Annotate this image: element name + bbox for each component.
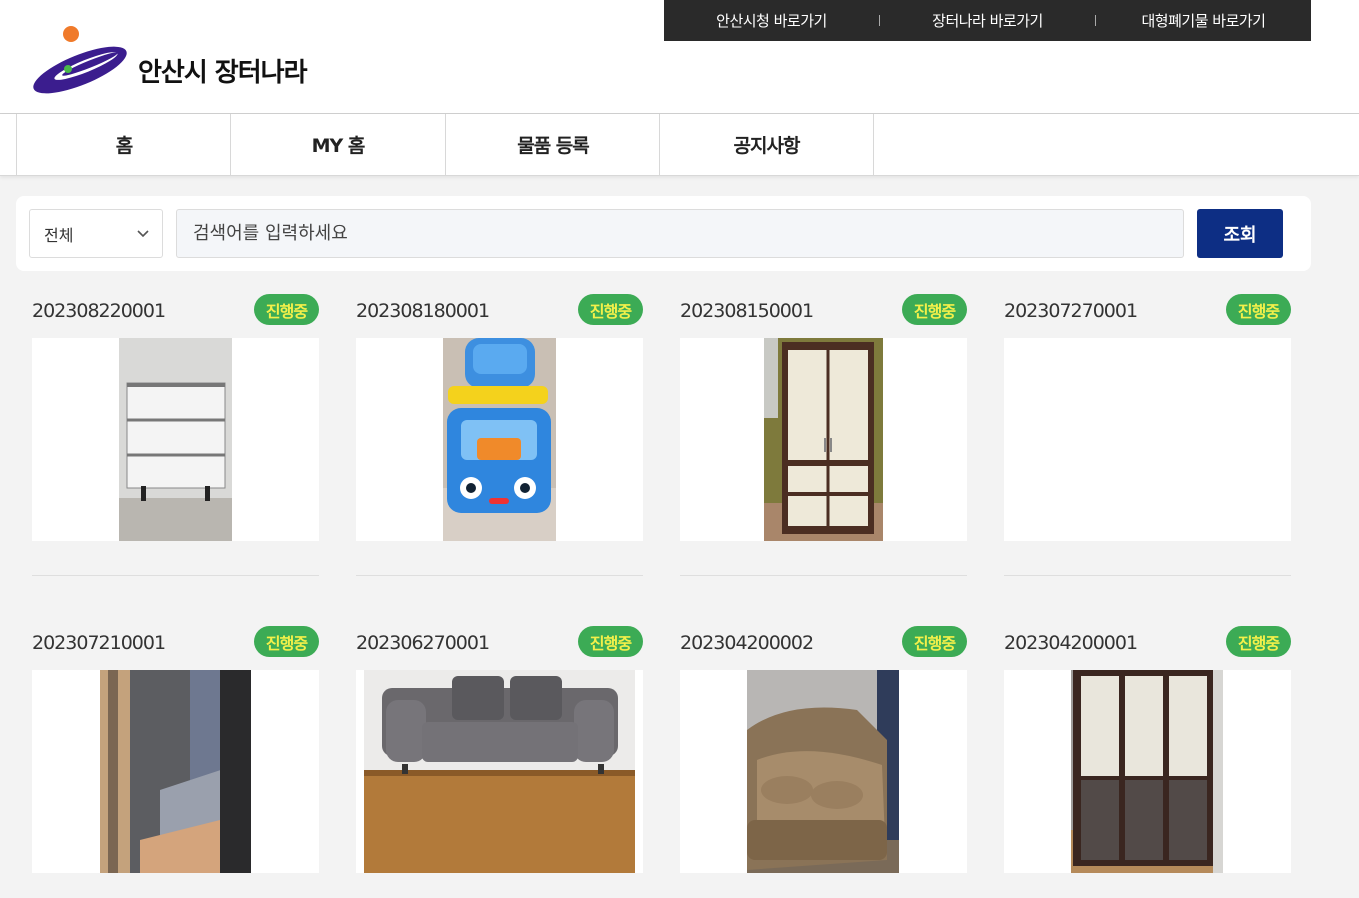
card-divider [1004,575,1291,576]
item-thumbnail[interactable] [32,670,319,873]
item-thumbnail-empty[interactable] [1004,338,1291,541]
category-select[interactable]: 전체 [29,209,163,258]
nav-home[interactable]: 홈 [16,114,231,175]
item-thumbnail[interactable] [680,338,967,541]
item-number[interactable]: 202308180001 [356,300,490,322]
nav-my-home[interactable]: MY 홈 [230,114,445,175]
item-number[interactable]: 202304200001 [1004,632,1138,654]
status-badge: 진행중 [1226,294,1291,325]
card-divider [32,575,319,576]
item-number[interactable]: 202306270001 [356,632,490,654]
card-divider [356,575,643,576]
ansan-logo[interactable] [30,22,130,94]
top-links-bar: 안산시청 바로가기 장터나라 바로가기 대형폐기물 바로가기 [664,0,1311,41]
search-input[interactable] [176,209,1184,258]
category-selected: 전체 [44,225,74,245]
item-card[interactable]: 202308150001 진행중 [680,294,967,579]
status-badge: 진행중 [1226,626,1291,657]
kids-ride-on-car-image [443,338,556,541]
item-number[interactable]: 202307210001 [32,632,166,654]
item-card[interactable]: 202304200001 진행중 [1004,626,1291,898]
nav-register-item[interactable]: 물품 등록 [445,114,660,175]
search-panel: 전체 조회 [16,196,1311,271]
item-card[interactable]: 202306270001 진행중 [356,626,643,898]
nav-notices[interactable]: 공지사항 [659,114,874,175]
item-number[interactable]: 202307270001 [1004,300,1138,322]
status-badge: 진행중 [902,294,967,325]
item-card[interactable]: 202304200002 진행중 [680,626,967,898]
link-jangteo-nara[interactable]: 장터나라 바로가기 [880,10,1095,31]
item-thumbnail[interactable] [356,338,643,541]
wardrobe-image [764,338,883,541]
status-badge: 진행중 [578,626,643,657]
status-badge: 진행중 [902,626,967,657]
search-button[interactable]: 조회 [1197,209,1283,258]
item-card[interactable]: 202307210001 진행중 [32,626,319,898]
item-thumbnail[interactable] [32,338,319,541]
item-number[interactable]: 202308150001 [680,300,814,322]
card-divider [680,575,967,576]
item-thumbnail[interactable] [680,670,967,873]
item-thumbnail[interactable] [356,670,643,873]
gray-fabric-sofa-image [364,670,635,873]
item-card[interactable]: 202308180001 진행중 [356,294,643,579]
main-nav: 홈 MY 홈 물품 등록 공지사항 [0,114,1359,176]
site-header: 안산시 장터나라 안산시청 바로가기 장터나라 바로가기 대형폐기물 바로가기 [0,0,1359,114]
site-title[interactable]: 안산시 장터나라 [138,52,307,89]
status-badge: 진행중 [254,626,319,657]
white-drawer-cabinet-image [119,338,232,541]
item-number[interactable]: 202308220001 [32,300,166,322]
item-card[interactable]: 202308220001 진행중 [32,294,319,579]
glass-door-cabinet-image [1071,670,1223,873]
link-ansan-city-hall[interactable]: 안산시청 바로가기 [664,10,879,31]
status-badge: 진행중 [254,294,319,325]
rolled-rug-image [100,670,251,873]
item-number[interactable]: 202304200002 [680,632,814,654]
link-bulky-waste[interactable]: 대형폐기물 바로가기 [1096,10,1311,31]
leather-sofa-image [747,670,899,873]
item-card[interactable]: 202307270001 진행중 [1004,294,1291,579]
status-badge: 진행중 [578,294,643,325]
chevron-down-icon [137,230,149,238]
item-thumbnail[interactable] [1004,670,1291,873]
